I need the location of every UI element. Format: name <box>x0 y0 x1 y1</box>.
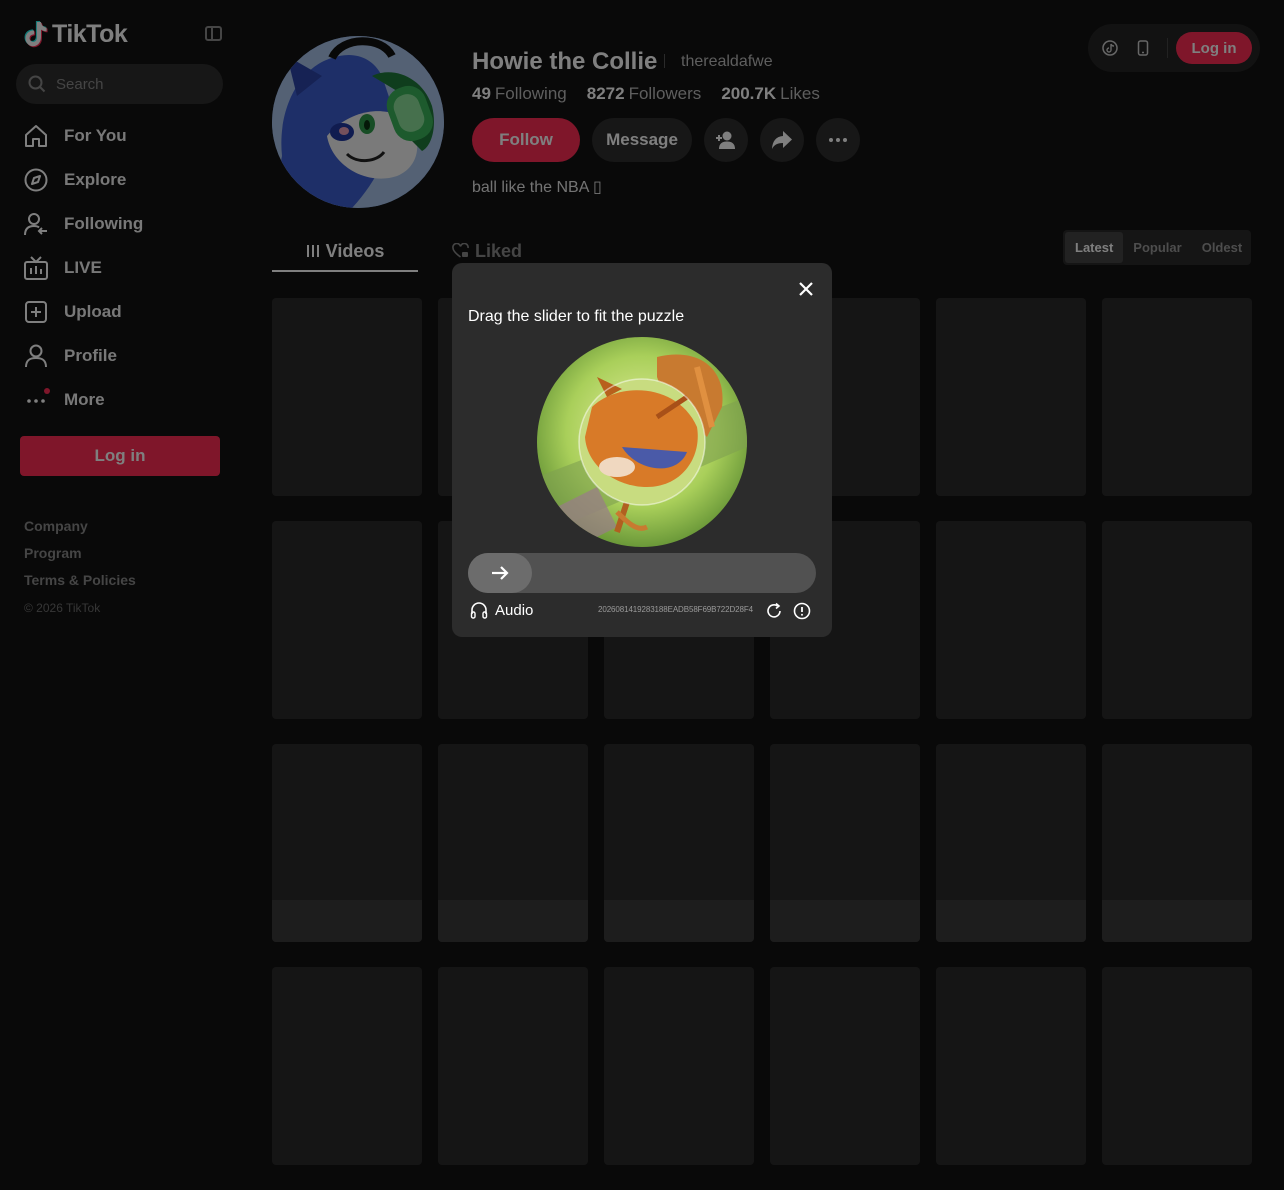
captcha-title: Drag the slider to fit the puzzle <box>468 308 685 325</box>
refresh-icon[interactable] <box>765 602 783 620</box>
arrow-right-icon <box>492 566 509 580</box>
captcha-modal: Drag the slider to fit the puzzle Audio … <box>452 263 832 637</box>
report-icon[interactable] <box>793 602 811 620</box>
headphones-icon <box>470 602 488 619</box>
captcha-slider-track[interactable] <box>468 553 816 593</box>
captcha-id: 2026081419283188EADB58F69B722D28F4 <box>598 605 753 614</box>
audio-captcha-button[interactable]: Audio <box>470 601 533 619</box>
captcha-puzzle-image <box>537 337 747 547</box>
audio-label: Audio <box>495 601 534 619</box>
puzzle-illustration <box>537 337 747 547</box>
close-icon[interactable] <box>796 279 816 299</box>
captcha-slider-handle[interactable] <box>468 553 532 593</box>
